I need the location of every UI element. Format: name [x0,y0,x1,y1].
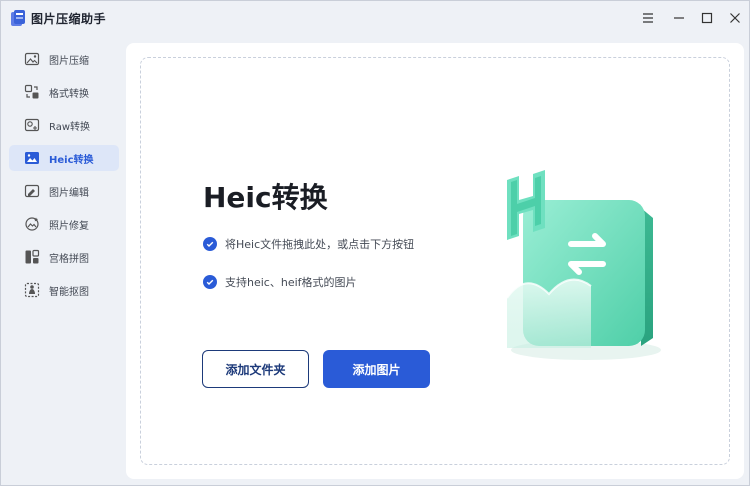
app-logo-icon [11,10,25,26]
sidebar-item-label: Heic转换 [49,155,94,166]
image-edit-icon [24,184,40,198]
add-folder-button[interactable]: 添加文件夹 [202,350,309,388]
menu-icon[interactable] [639,9,657,27]
sidebar-item-format-convert[interactable]: 格式转换 [9,79,119,105]
app-title: 图片压缩助手 [31,12,107,26]
check-icon [203,275,217,289]
sidebar-item-grid-collage[interactable]: 宫格拼图 [9,244,119,270]
sidebar-item-label: 图片压缩 [49,56,89,67]
maximize-icon[interactable] [698,9,716,27]
grid-collage-icon [25,249,40,264]
smart-cutout-icon [24,282,40,298]
sidebar-item-label: 宫格拼图 [49,254,89,265]
sidebar-item-photo-repair[interactable]: 照片修复 [9,211,119,237]
bullet-text: 将Heic文件拖拽此处，或点击下方按钮 [225,238,415,251]
feature-bullet: 将Heic文件拖拽此处，或点击下方按钮 [203,236,414,252]
raw-convert-icon [24,118,40,132]
drop-zone[interactable]: Heic转换 将Heic文件拖拽此处，或点击下方按钮 支持heic、heif格式… [140,57,730,465]
image-compress-icon [24,52,40,66]
title-bar: 图片压缩助手 [1,1,750,35]
heic-illustration [506,170,661,360]
main-panel: Heic转换 将Heic文件拖拽此处，或点击下方按钮 支持heic、heif格式… [126,43,744,479]
sidebar-item-label: 格式转换 [49,89,89,100]
sidebar-item-smart-cutout[interactable]: 智能抠图 [9,277,119,303]
sidebar-item-image-edit[interactable]: 图片编辑 [9,178,119,204]
sidebar-item-label: 照片修复 [49,221,89,232]
sidebar-item-heic-convert[interactable]: Heic转换 [9,145,119,171]
feature-bullet: 支持heic、heif格式的图片 [203,274,357,290]
check-icon [203,237,217,251]
sidebar-item-label: 智能抠图 [49,287,89,298]
sidebar-item-raw-convert[interactable]: Raw转换 [9,112,119,138]
photo-repair-icon [25,217,39,231]
sidebar-item-label: Raw转换 [49,122,91,133]
sidebar-item-image-compress[interactable]: 图片压缩 [9,46,119,72]
sidebar-item-label: 图片编辑 [49,188,89,199]
format-convert-icon [24,84,39,99]
close-icon[interactable] [726,9,744,27]
heic-convert-icon [25,152,39,164]
add-image-button[interactable]: 添加图片 [323,350,430,388]
page-title: Heic转换 [203,181,328,214]
minimize-icon[interactable] [670,9,688,27]
bullet-text: 支持heic、heif格式的图片 [225,276,357,289]
